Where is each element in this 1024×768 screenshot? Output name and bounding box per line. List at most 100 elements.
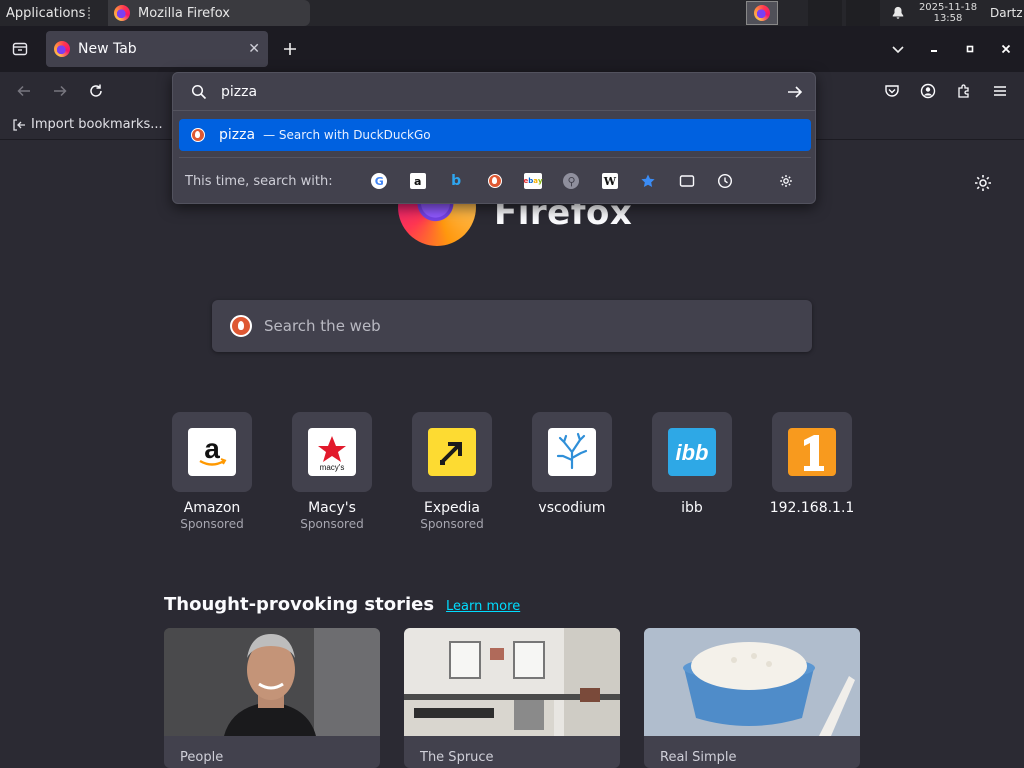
firefox-icon <box>114 5 130 21</box>
workspace-button[interactable] <box>808 0 842 26</box>
notification-bell-icon[interactable] <box>884 6 912 20</box>
shortcut-ibb[interactable]: ibb ibb <box>652 412 732 531</box>
search-engine-generic[interactable]: ⚲ <box>552 169 590 193</box>
expedia-icon <box>428 428 476 476</box>
user-menu[interactable]: Dartz <box>984 6 1024 20</box>
svg-text:a: a <box>204 433 220 464</box>
sponsored-label: Sponsored <box>180 517 244 531</box>
new-tab-button[interactable] <box>274 33 306 65</box>
search-engine-amazon[interactable]: a <box>398 169 436 193</box>
minimize-button[interactable] <box>916 44 952 54</box>
shortcut-router[interactable]: 192.168.1.1 <box>770 412 854 531</box>
bing-icon: b <box>451 173 462 189</box>
stories-title: Thought-provoking stories <box>164 594 435 615</box>
search-engine-wikipedia[interactable]: W <box>591 169 629 193</box>
story-source: People <box>180 750 224 765</box>
macys-star-icon: macy's <box>308 428 356 476</box>
shortcut-tile[interactable] <box>532 412 612 492</box>
search-engine-ebay[interactable]: ebay <box>514 169 552 193</box>
applications-menu[interactable]: Applications <box>0 0 108 26</box>
firefox-view-button[interactable] <box>0 26 40 72</box>
shortcut-label: vscodium <box>538 500 606 516</box>
story-source: The Spruce <box>420 750 494 765</box>
shortcut-amazon[interactable]: a Amazon Sponsored <box>172 412 252 531</box>
shortcut-tile[interactable] <box>412 412 492 492</box>
search-tabs[interactable] <box>668 169 706 193</box>
amazon-icon: a <box>409 173 426 189</box>
shortcut-label: Expedia <box>424 500 480 516</box>
vscodium-icon <box>548 428 596 476</box>
tab-new-tab[interactable]: New Tab ✕ <box>46 31 268 67</box>
bookmarks-star-icon <box>641 174 655 187</box>
extensions-button[interactable] <box>952 79 976 103</box>
new-tab-page: Firefox Search the web a Amazon Sponsore… <box>0 140 1024 768</box>
shortcut-tile[interactable]: a <box>172 412 252 492</box>
web-search-box[interactable]: Search the web <box>212 300 812 352</box>
ibb-icon: ibb <box>668 428 716 476</box>
story-source: Real Simple <box>660 750 737 765</box>
search-engine-duckduckgo[interactable] <box>475 169 513 193</box>
shortcut-tile[interactable]: ibb <box>652 412 732 492</box>
search-engine-bing[interactable]: b <box>437 169 475 193</box>
divider <box>179 157 811 158</box>
learn-more-link[interactable]: Learn more <box>446 599 520 614</box>
search-suggestion-row[interactable]: pizza — Search with DuckDuckGo <box>179 119 811 151</box>
search-bookmarks[interactable] <box>629 169 667 193</box>
close-tab-icon[interactable]: ✕ <box>248 41 260 57</box>
address-input-value[interactable]: pizza <box>221 84 257 100</box>
tab-title: New Tab <box>78 41 137 57</box>
firefox-icon <box>54 41 70 57</box>
google-icon: G <box>371 173 388 189</box>
search-engine-google[interactable]: G <box>360 169 398 193</box>
sponsored-label: Sponsored <box>300 517 364 531</box>
wikipedia-icon: W <box>601 173 618 189</box>
pocket-icon <box>885 85 899 97</box>
shortcut-tile[interactable] <box>772 412 852 492</box>
ebay-icon: ebay <box>523 173 543 189</box>
svg-text:macy's: macy's <box>320 463 345 472</box>
tray-firefox-button[interactable] <box>746 1 778 25</box>
app-menu-button[interactable] <box>988 79 1012 103</box>
duckduckgo-icon <box>191 128 205 142</box>
address-bar[interactable]: pizza <box>173 73 815 111</box>
duckduckgo-icon <box>230 315 252 337</box>
history-icon <box>718 173 733 189</box>
maximize-button[interactable] <box>952 44 988 54</box>
clock[interactable]: 2025-11-18 13:58 <box>912 2 984 24</box>
reload-button[interactable] <box>84 79 108 103</box>
workspace-button[interactable] <box>846 0 880 26</box>
top-sites: a Amazon Sponsored macy's Macy's Sponsor… <box>172 412 854 531</box>
pocket-button[interactable] <box>880 79 904 103</box>
story-card[interactable]: The Spruce <box>404 628 620 768</box>
account-button[interactable] <box>916 79 940 103</box>
search-icon <box>191 84 207 99</box>
import-bookmarks-button[interactable]: Import bookmarks... <box>31 117 163 132</box>
shortcut-tile[interactable]: macy's <box>292 412 372 492</box>
back-button[interactable] <box>12 79 36 103</box>
amazon-icon: a <box>188 428 236 476</box>
one-off-label: This time, search with: <box>185 173 333 189</box>
list-all-tabs-button[interactable] <box>880 42 916 56</box>
close-window-button[interactable] <box>988 44 1024 54</box>
personalize-button[interactable] <box>972 172 994 194</box>
minimize-icon <box>931 50 937 52</box>
search-history[interactable] <box>706 169 744 193</box>
story-card[interactable]: People <box>164 628 380 768</box>
taskbar-item-firefox[interactable]: Mozilla Firefox <box>108 0 310 26</box>
shortcut-label: Amazon <box>183 500 241 516</box>
story-cards: People The Spruce Real Simple <box>164 628 860 768</box>
shortcut-label: ibb <box>681 500 703 516</box>
shortcut-vscodium[interactable]: vscodium <box>532 412 612 531</box>
story-card[interactable]: Real Simple <box>644 628 860 768</box>
clock-time: 13:58 <box>933 13 963 24</box>
search-settings-button[interactable] <box>767 169 805 193</box>
system-panel: Applications Mozilla Firefox 2025-11-18 … <box>0 0 1024 26</box>
shortcut-expedia[interactable]: Expedia Sponsored <box>412 412 492 531</box>
taskbar-item-title: Mozilla Firefox <box>138 5 230 21</box>
go-button[interactable] <box>785 82 805 102</box>
chevron-down-icon <box>892 46 904 54</box>
shortcut-macys[interactable]: macy's Macy's Sponsored <box>292 412 372 531</box>
forward-button[interactable] <box>48 79 72 103</box>
arrow-right-icon <box>788 86 803 98</box>
story-image <box>644 628 860 736</box>
